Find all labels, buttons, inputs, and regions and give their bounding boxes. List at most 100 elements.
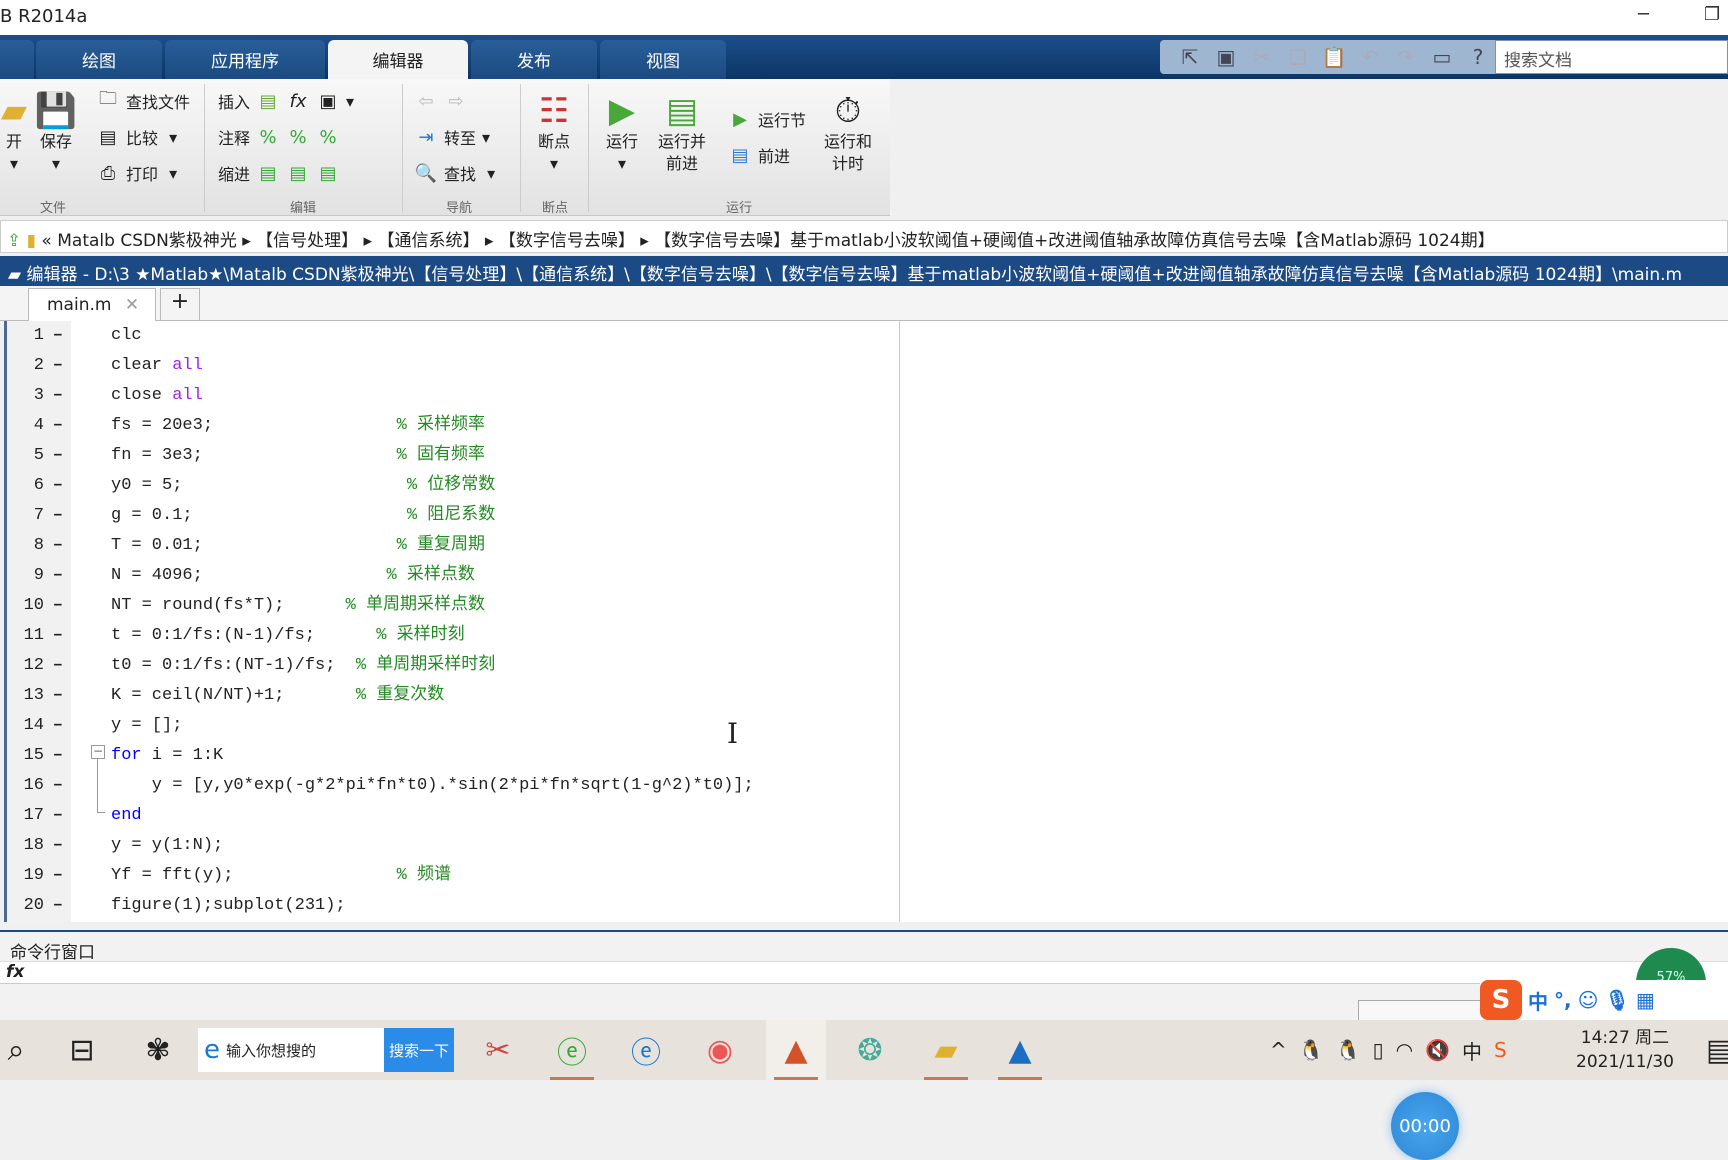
breakpoint-marker[interactable]: – bbox=[53, 381, 63, 411]
keyboard-icon[interactable]: ▦ bbox=[1636, 988, 1655, 1012]
line-number[interactable]: 15– bbox=[7, 741, 71, 771]
breakpoint-marker[interactable]: – bbox=[53, 501, 63, 531]
recording-timer[interactable]: 00:00 bbox=[1391, 1092, 1459, 1160]
colorful-browser-icon[interactable]: ◉ bbox=[690, 1020, 750, 1080]
breakpoint-marker[interactable]: – bbox=[53, 801, 63, 831]
code-line[interactable]: clc bbox=[111, 321, 142, 351]
nav-back-forward[interactable]: ⇦ ⇨ bbox=[414, 89, 468, 113]
cut-icon[interactable]: ✂ bbox=[1248, 44, 1276, 70]
sogou-logo-icon[interactable]: S bbox=[1480, 980, 1522, 1020]
breakpoint-marker[interactable]: – bbox=[53, 351, 63, 381]
volume-muted-icon[interactable]: 🔇 bbox=[1425, 1038, 1450, 1062]
run-and-time-button[interactable]: ⏱ 运行和 计时 bbox=[824, 91, 872, 175]
print-button[interactable]: ⎙ 打印 ▾ bbox=[96, 161, 177, 185]
breadcrumb-item[interactable]: 【数字信号去噪】 bbox=[499, 231, 635, 251]
breakpoint-marker[interactable]: – bbox=[53, 771, 63, 801]
breakpoint-marker[interactable]: – bbox=[53, 711, 63, 741]
code-line[interactable]: for i = 1:K bbox=[111, 741, 223, 771]
run-button[interactable]: ▶ 运行 ▾ bbox=[602, 91, 642, 175]
help-icon[interactable]: ? bbox=[1464, 44, 1492, 70]
code-line[interactable]: t0 = 0:1/fs:(NT-1)/fs; % 单周期采样时刻 bbox=[111, 651, 495, 681]
code-line[interactable]: NT = round(fs*T); % 单周期采样点数 bbox=[111, 591, 485, 621]
breadcrumb-item[interactable]: 【通信系统】 bbox=[377, 231, 479, 251]
line-number[interactable]: 6– bbox=[7, 471, 71, 501]
minimize-button[interactable]: ─ bbox=[1638, 4, 1649, 25]
breakpoint-marker[interactable]: – bbox=[53, 651, 63, 681]
battery-icon[interactable]: ▯ bbox=[1373, 1038, 1384, 1062]
browser-e-green-icon[interactable]: ⓔ bbox=[542, 1020, 602, 1080]
tab-apps[interactable]: 应用程序 bbox=[165, 40, 325, 79]
code-line[interactable]: fs = 20e3; % 采样频率 bbox=[111, 411, 485, 441]
line-number[interactable]: 5– bbox=[7, 441, 71, 471]
indent-button[interactable]: 缩进 ▤ ▤ ▤ bbox=[218, 161, 340, 185]
run-and-advance-button[interactable]: ▤ 运行并 前进 bbox=[658, 91, 706, 175]
browser-e-blue-icon[interactable]: ⓔ bbox=[616, 1020, 676, 1080]
line-number[interactable]: 2– bbox=[7, 351, 71, 381]
code-line[interactable]: clear all bbox=[111, 351, 203, 381]
sync-app-icon[interactable]: ❂ bbox=[840, 1020, 900, 1080]
web-search-input[interactable]: e 输入你想搜的 bbox=[198, 1028, 384, 1072]
ime-mode[interactable]: 中 bbox=[1528, 986, 1548, 1015]
run-section-button[interactable]: ▶ 运行节 bbox=[728, 107, 806, 131]
code-line[interactable]: y = []; bbox=[111, 711, 182, 741]
app-icon-pinwheel[interactable]: ✾ bbox=[128, 1020, 188, 1080]
breadcrumb-item[interactable]: 【数字信号去噪】基于matlab小波软阈值+硬阈值+改进阈值轴承故障仿真信号去噪… bbox=[654, 231, 1494, 251]
input-language[interactable]: 中 bbox=[1462, 1036, 1482, 1065]
code-line[interactable]: y = [y,y0*exp(-g*2*pi*fn*t0).*sin(2*pi*f… bbox=[111, 771, 754, 801]
command-input[interactable]: fx bbox=[0, 961, 1728, 984]
fold-toggle[interactable]: − bbox=[91, 745, 105, 759]
tab-publish[interactable]: 发布 bbox=[471, 40, 597, 79]
file-tab-main[interactable]: main.m ✕ bbox=[28, 288, 156, 321]
code-line[interactable]: fn = 3e3; % 固有频率 bbox=[111, 441, 485, 471]
save-icon[interactable]: ▣ bbox=[1212, 44, 1240, 70]
breakpoint-marker[interactable]: – bbox=[53, 621, 63, 651]
sogou-tray-icon[interactable]: S bbox=[1494, 1038, 1507, 1062]
qq-icon[interactable]: 🐧 bbox=[1299, 1038, 1324, 1062]
code-line[interactable]: y0 = 5; % 位移常数 bbox=[111, 471, 495, 501]
find-files-button[interactable]: 🗀 查找文件 bbox=[96, 88, 190, 113]
breakpoint-marker[interactable]: – bbox=[53, 741, 63, 771]
task-view-icon[interactable]: ⊟ bbox=[52, 1020, 112, 1080]
compare-button[interactable]: ▤ 比较 ▾ bbox=[96, 125, 177, 149]
find-button[interactable]: 🔍 查找 ▾ bbox=[414, 161, 495, 185]
code-line[interactable]: T = 0.01; % 重复周期 bbox=[111, 531, 485, 561]
wifi-icon[interactable]: ◠ bbox=[1396, 1038, 1413, 1062]
line-number[interactable]: 10– bbox=[7, 591, 71, 621]
breadcrumb-item[interactable]: Matalb CSDN紫极神光 bbox=[57, 231, 237, 251]
switch-windows-icon[interactable]: ▭ bbox=[1428, 44, 1456, 70]
fx-icon[interactable]: fx bbox=[286, 89, 310, 113]
code-line[interactable]: t = 0:1/fs:(N-1)/fs; % 采样时刻 bbox=[111, 621, 465, 651]
insert-button[interactable]: 插入 ▤ fx ▣ ▾ bbox=[218, 89, 354, 113]
breakpoint-marker[interactable]: – bbox=[53, 831, 63, 861]
qq-icon[interactable]: 🐧 bbox=[1336, 1038, 1361, 1062]
line-number[interactable]: 8– bbox=[7, 531, 71, 561]
tab-home[interactable] bbox=[0, 40, 34, 79]
snipping-tool-icon[interactable]: ✂ bbox=[468, 1020, 528, 1080]
code-line[interactable]: Yf = fft(y); % 频谱 bbox=[111, 861, 451, 891]
breakpoint-marker[interactable]: – bbox=[53, 891, 63, 921]
breakpoint-marker[interactable]: – bbox=[53, 321, 63, 351]
clock[interactable]: 14:27 周二 2021/11/30 bbox=[1576, 1026, 1674, 1074]
copy-icon[interactable]: ❏ bbox=[1284, 44, 1312, 70]
line-number[interactable]: 3– bbox=[7, 381, 71, 411]
file-explorer-icon[interactable]: ▰ bbox=[916, 1020, 976, 1080]
open-button[interactable]: ▰ 开 ▾ bbox=[0, 91, 34, 175]
fx-prompt-icon[interactable]: fx bbox=[6, 962, 24, 982]
close-tab-icon[interactable]: ✕ bbox=[125, 295, 139, 315]
folder-up-icon[interactable]: ⇪ bbox=[7, 231, 21, 251]
shortcut-icon[interactable]: ⇱ bbox=[1176, 44, 1204, 70]
line-number[interactable]: 19– bbox=[7, 861, 71, 891]
line-number[interactable]: 9– bbox=[7, 561, 71, 591]
search-documentation-input[interactable]: 搜索文档 bbox=[1495, 40, 1728, 74]
breakpoint-marker[interactable]: – bbox=[53, 471, 63, 501]
breakpoints-button[interactable]: ☷ 断点 ▾ bbox=[534, 91, 574, 175]
line-number[interactable]: 11– bbox=[7, 621, 71, 651]
save-button[interactable]: 💾 保存 ▾ bbox=[35, 91, 77, 175]
line-number[interactable]: 16– bbox=[7, 771, 71, 801]
tray-expand-icon[interactable]: ^ bbox=[1270, 1038, 1287, 1062]
line-number[interactable]: 7– bbox=[7, 501, 71, 531]
code-editor[interactable]: 1– clc 2– clear all 3– close all 4– fs = 20e3; … bbox=[4, 321, 1728, 1160]
breakpoint-marker[interactable]: – bbox=[53, 531, 63, 561]
advance-button[interactable]: ▤ 前进 bbox=[728, 143, 790, 167]
tab-plots[interactable]: 绘图 bbox=[36, 40, 162, 79]
